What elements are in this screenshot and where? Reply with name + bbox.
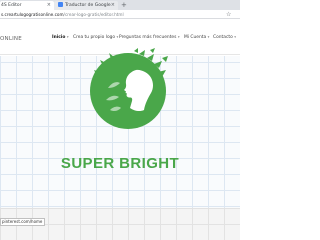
nav-item-label: Crea tu propio logo [73,35,116,40]
close-icon[interactable]: × [111,1,115,10]
woman-silhouette-butterflies-logo[interactable] [84,48,172,130]
tab-editor-label: 4S Editor [1,3,22,8]
url-domain: s.creartulogogratisonline.com [1,12,64,17]
nav-item-label: Mi Cuenta [184,35,207,40]
chevron-down-icon: ▾ [207,35,210,39]
star-icon[interactable]: ☆ [226,10,231,19]
logo-text[interactable]: SUPER BRIGHT [0,155,240,173]
tab-editor[interactable]: 4S Editor × [0,1,54,10]
url-text[interactable]: s.creartulogogratisonline.com/crear-logo… [1,10,124,19]
new-tab-button[interactable]: + [121,0,127,10]
tab-translator[interactable]: Traductor de Google × [54,1,118,10]
nav-item-label: Preguntas más frecuentes [119,35,177,40]
nav-item-inicio[interactable]: Inicio ▾ [52,35,69,40]
nav-item-contacto[interactable]: Contacto ▾ [213,35,236,40]
chevron-down-icon: ▾ [234,35,236,39]
status-bar-link-preview: pinterest.com/home [0,218,46,226]
tab-translator-label: Traductor de Google [65,3,111,8]
site-brand[interactable]: ONLINE [0,36,22,42]
nav-item-crea-logo[interactable]: Crea tu propio logo ▾ [73,35,118,40]
chevron-down-icon: ▾ [177,35,180,39]
url-path: /crear-logo-gratis/editor.html [63,12,124,17]
chevron-down-icon: ▾ [66,35,69,39]
google-translate-icon [58,1,63,7]
nav-item-label: Contacto [213,35,233,40]
nav-item-label: Inicio [52,35,66,40]
nav-item-mi-cuenta[interactable]: Mi Cuenta ▾ [184,35,209,40]
nav-item-preguntas[interactable]: Preguntas más frecuentes ▾ [119,35,180,40]
browser-tab-bar: 4S Editor × Traductor de Google × + [0,0,240,10]
address-bar[interactable]: s.creartulogogratisonline.com/crear-logo… [0,10,240,19]
close-icon[interactable]: × [47,1,51,10]
